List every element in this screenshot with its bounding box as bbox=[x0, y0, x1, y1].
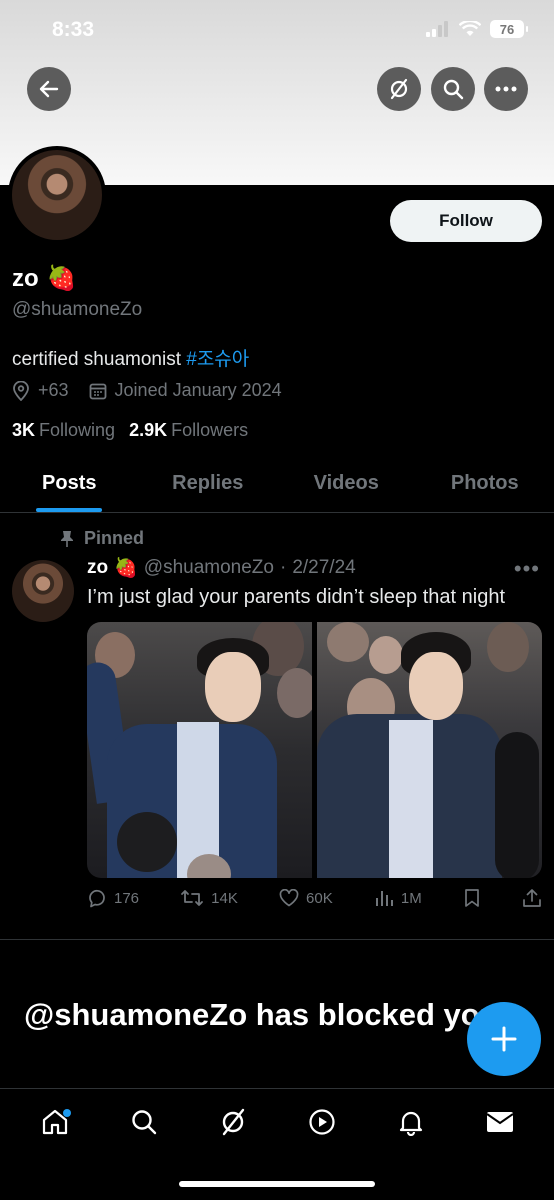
bio-hashtag[interactable]: #조슈아 bbox=[186, 349, 249, 370]
nav-grok[interactable] bbox=[208, 1097, 258, 1147]
like-count: 60K bbox=[306, 889, 333, 907]
nav-messages[interactable] bbox=[475, 1097, 525, 1147]
share-icon bbox=[523, 889, 541, 907]
bell-icon bbox=[399, 1111, 422, 1136]
play-circle-icon bbox=[308, 1109, 335, 1135]
following-link[interactable]: 3K Following bbox=[12, 420, 115, 441]
views-action[interactable]: 1M bbox=[374, 889, 422, 907]
compose-button[interactable] bbox=[467, 1002, 541, 1076]
bookmark-icon bbox=[464, 889, 479, 907]
post-header: zo 🍓 @shuamoneZo · 2/27/24 bbox=[87, 556, 356, 580]
arrow-left-icon bbox=[39, 80, 59, 98]
followers-count: 2.9K bbox=[129, 420, 168, 440]
divider bbox=[0, 939, 554, 940]
nav-home[interactable] bbox=[30, 1097, 80, 1147]
grok-icon bbox=[390, 78, 408, 100]
display-name-text: zo bbox=[12, 264, 39, 292]
post-author-emoji: 🍓 bbox=[114, 558, 138, 579]
status-bar: 8:33 76 bbox=[0, 0, 554, 60]
post-more-icon[interactable]: ••• bbox=[514, 556, 540, 582]
followers-link[interactable]: 2.9K Followers bbox=[129, 420, 248, 441]
post-photo-1[interactable] bbox=[87, 622, 312, 878]
joined-text: Joined January 2024 bbox=[114, 380, 282, 400]
profile-handle: @shuamoneZo bbox=[12, 299, 143, 320]
nav-video[interactable] bbox=[297, 1097, 347, 1147]
reply-action[interactable]: 176 bbox=[87, 888, 139, 908]
home-indicator bbox=[179, 1181, 375, 1187]
blocked-message: @shuamoneZo has blocked you bbox=[24, 997, 499, 1032]
pinned-label: Pinned bbox=[84, 528, 145, 548]
profile-meta: +63 Joined January 2024 bbox=[12, 380, 302, 401]
repost-action[interactable]: 14K bbox=[180, 888, 238, 908]
strawberry-emoji: 🍓 bbox=[46, 265, 77, 292]
post-date[interactable]: 2/27/24 bbox=[292, 557, 355, 579]
location-icon bbox=[13, 380, 29, 401]
like-action[interactable]: 60K bbox=[279, 889, 333, 907]
profile-avatar[interactable] bbox=[8, 146, 106, 244]
search-button[interactable] bbox=[431, 67, 475, 111]
post-separator: · bbox=[279, 557, 287, 578]
search-icon bbox=[443, 79, 464, 100]
status-time: 8:33 bbox=[52, 18, 95, 41]
tab-posts[interactable]: Posts bbox=[0, 455, 139, 512]
reply-icon bbox=[89, 889, 105, 908]
profile-bio: certified shuamonist #조슈아 bbox=[12, 344, 249, 371]
tab-videos[interactable]: Videos bbox=[277, 455, 416, 512]
post-photo-2[interactable] bbox=[317, 622, 542, 878]
battery-indicator: 76 bbox=[490, 20, 528, 38]
profile-tabs: Posts Replies Videos Photos bbox=[0, 455, 554, 513]
back-button[interactable] bbox=[27, 67, 71, 111]
following-count: 3K bbox=[12, 420, 36, 440]
display-name: zo 🍓 bbox=[12, 264, 77, 293]
plus-icon bbox=[491, 1026, 517, 1052]
post-author-handle[interactable]: @shuamoneZo bbox=[144, 557, 274, 579]
repost-count: 14K bbox=[211, 889, 238, 907]
more-horizontal-icon bbox=[495, 86, 517, 92]
post-author-name[interactable]: zo bbox=[87, 557, 108, 579]
bio-text: certified shuamonist bbox=[12, 349, 187, 370]
post-avatar[interactable] bbox=[12, 560, 74, 622]
location-text: +63 bbox=[38, 380, 69, 400]
search-icon bbox=[131, 1110, 156, 1135]
follow-counts: 3K Following 2.9K Followers bbox=[12, 420, 248, 441]
grok-button[interactable] bbox=[377, 67, 421, 111]
grok-icon bbox=[222, 1108, 244, 1136]
post-text: I’m just glad your parents didn’t sleep … bbox=[87, 586, 506, 608]
views-icon bbox=[375, 891, 393, 906]
post-media[interactable] bbox=[87, 622, 542, 878]
views-count: 1M bbox=[400, 889, 422, 907]
notification-dot bbox=[62, 1109, 71, 1117]
wifi-icon bbox=[459, 21, 481, 36]
status-icons: 76 bbox=[426, 20, 528, 38]
bookmark-action[interactable] bbox=[463, 888, 481, 908]
nav-search[interactable] bbox=[119, 1097, 169, 1147]
reply-count: 176 bbox=[114, 889, 140, 907]
following-label: Following bbox=[39, 420, 116, 440]
follow-button[interactable]: Follow bbox=[390, 200, 542, 242]
nav-notifications[interactable] bbox=[386, 1097, 436, 1147]
heart-icon bbox=[279, 889, 299, 907]
post-actions: 176 14K 60K 1M bbox=[87, 888, 542, 908]
repost-icon bbox=[181, 890, 204, 906]
more-button[interactable] bbox=[484, 67, 528, 111]
mail-icon bbox=[485, 1112, 514, 1132]
share-action[interactable] bbox=[522, 888, 542, 908]
pin-icon bbox=[61, 530, 73, 547]
calendar-icon bbox=[89, 383, 106, 399]
followers-label: Followers bbox=[171, 420, 249, 440]
signal-icon bbox=[426, 21, 448, 37]
tab-photos[interactable]: Photos bbox=[416, 455, 554, 512]
tab-replies[interactable]: Replies bbox=[139, 455, 278, 512]
pinned-indicator: Pinned bbox=[60, 528, 144, 549]
